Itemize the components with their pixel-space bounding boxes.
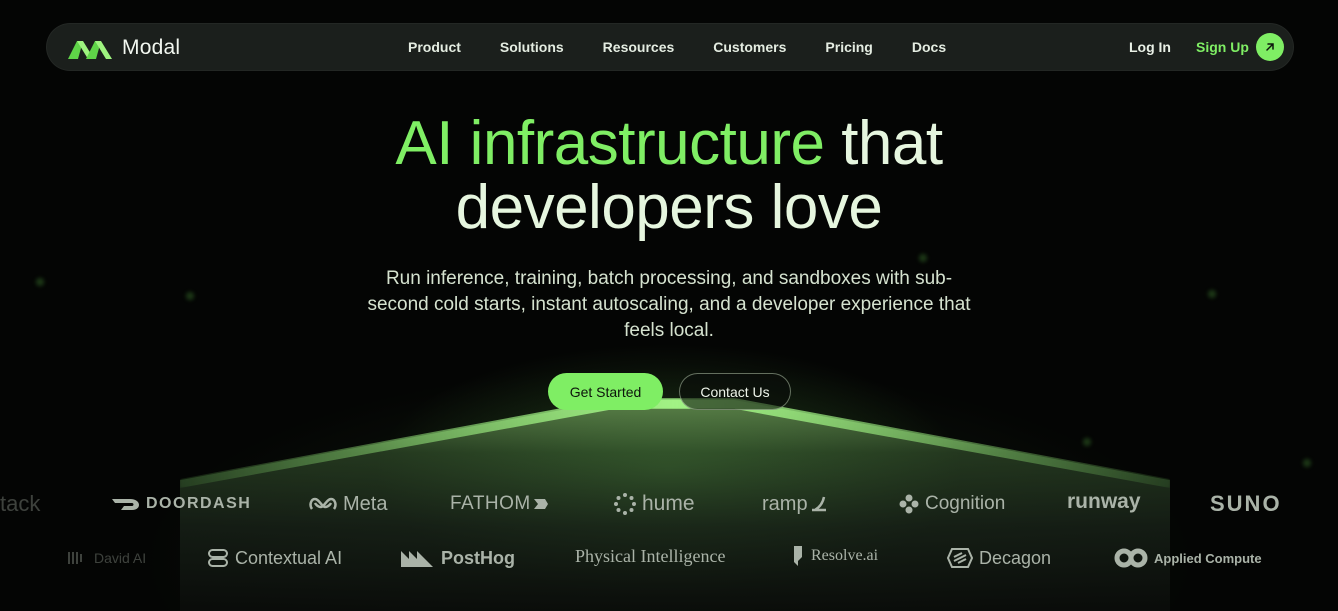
customer-logo-applied-compute: Applied Compute <box>1114 538 1262 578</box>
customer-logo-cognition: Cognition <box>899 484 1005 524</box>
customer-logos-row-1: tack DOORDASH Meta FATHOM hume ramp Cogn… <box>0 484 1338 524</box>
doordash-icon <box>112 499 139 510</box>
particle <box>1208 290 1216 298</box>
particle <box>36 278 44 286</box>
customer-logos-row-2: David AI Contextual AI PostHog Physical … <box>0 538 1338 578</box>
cognition-icon <box>899 494 919 514</box>
applied-compute-icon <box>1114 548 1148 568</box>
particle <box>919 254 927 262</box>
modal-logo-icon <box>68 41 112 59</box>
contextual-ai-icon <box>208 549 228 567</box>
customer-logo-hume: hume <box>614 484 695 524</box>
hume-dots-icon <box>614 493 636 515</box>
customer-logo-resolve-ai: Resolve.ai <box>793 536 878 576</box>
customer-logo-fathom: FATHOM <box>450 484 555 524</box>
david-ai-icon <box>68 552 82 564</box>
hero-headline: AI infrastructure that developers love <box>0 112 1338 240</box>
particle <box>1083 438 1091 446</box>
particle <box>186 292 194 300</box>
hero-subtext: Run inference, training, batch processin… <box>367 268 971 341</box>
nav-customers[interactable]: Customers <box>713 39 786 55</box>
customer-logo-runway: runway <box>1067 490 1141 513</box>
signup-link[interactable]: Sign Up <box>1196 39 1249 55</box>
customer-logo-ramp: ramp <box>762 484 834 524</box>
headline-line2: developers love <box>455 173 883 242</box>
headline-rest: that <box>824 109 943 178</box>
decagon-icon <box>947 548 973 568</box>
ramp-icon <box>811 496 826 512</box>
customer-logo-meta: Meta <box>309 484 387 524</box>
nav-docs[interactable]: Docs <box>912 39 946 55</box>
customer-logo-physical-intelligence: Physical Intelligence <box>575 545 726 566</box>
nav-pricing[interactable]: Pricing <box>825 39 872 55</box>
signup-button[interactable] <box>1256 33 1284 61</box>
customer-logo-tack: tack <box>0 491 41 516</box>
brand-name: Modal <box>122 36 181 59</box>
resolve-ai-icon <box>794 546 802 566</box>
particle <box>1303 459 1311 467</box>
customer-logo-david-ai: David AI <box>68 538 146 578</box>
customer-logo-suno: SUNO <box>1210 491 1282 516</box>
contact-us-button[interactable]: Contact Us <box>679 373 791 410</box>
nav-links: Product Solutions Resources Customers Pr… <box>408 23 985 71</box>
top-navbar: Modal Product Solutions Resources Custom… <box>46 23 1294 71</box>
headline-accent: AI infrastructure <box>395 109 825 178</box>
meta-infinity-icon <box>309 497 337 510</box>
nav-solutions[interactable]: Solutions <box>500 39 564 55</box>
customer-logo-posthog: PostHog <box>401 538 515 578</box>
login-link[interactable]: Log In <box>1129 39 1171 55</box>
get-started-button[interactable]: Get Started <box>548 373 663 410</box>
customer-logo-contextual-ai: Contextual AI <box>207 538 342 578</box>
posthog-icon <box>401 551 433 567</box>
arrow-up-right-icon <box>1266 43 1274 51</box>
nav-resources[interactable]: Resources <box>603 39 675 55</box>
brand-logo[interactable]: Modal <box>68 36 180 60</box>
nav-product[interactable]: Product <box>408 39 461 55</box>
customer-logo-doordash: DOORDASH <box>112 484 251 524</box>
customer-logo-decagon: Decagon <box>947 538 1051 578</box>
fathom-icon <box>533 499 548 509</box>
